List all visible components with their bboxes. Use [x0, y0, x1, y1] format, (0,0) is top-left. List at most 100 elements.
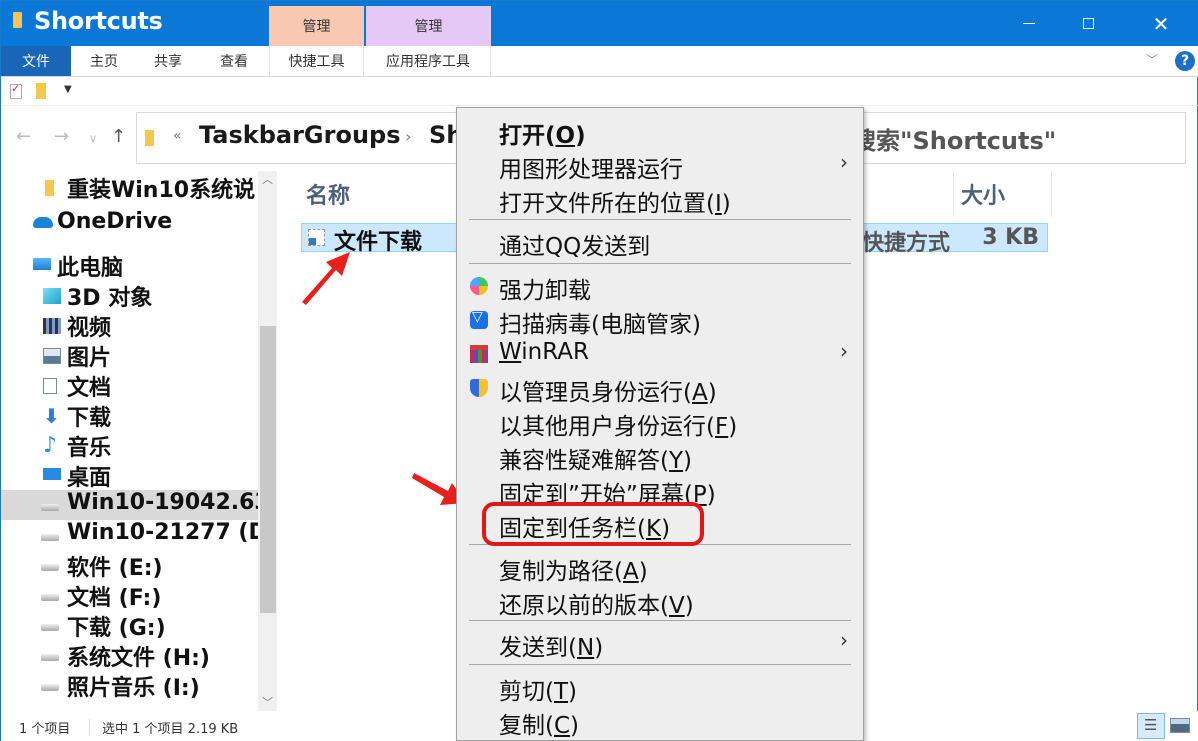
- menu-item[interactable]: 强力卸载: [457, 269, 863, 304]
- help-icon[interactable]: ?: [1175, 51, 1195, 71]
- menu-item-label: 扫描病毒(电脑管家): [499, 312, 701, 338]
- videos-icon: [43, 318, 61, 334]
- contextual-group-app-tools: 管理: [366, 6, 491, 46]
- menu-item-label: 还原以前的版本(V): [499, 593, 694, 619]
- menu-item[interactable]: WinRAR ›: [457, 337, 863, 371]
- sidebar-item[interactable]: Win10-19042.63: [1, 490, 259, 520]
- sidebar-item[interactable]: 视频: [1, 310, 259, 341]
- search-input[interactable]: 搜索"Shortcuts": [852, 121, 1056, 156]
- submenu-chevron-right-icon: ›: [840, 339, 848, 363]
- sidebar-item[interactable]: ⬇ 下载: [1, 400, 259, 431]
- sidebar-item[interactable]: 软件 (E:): [1, 550, 259, 581]
- menu-item[interactable]: 打开文件所在的位置(I): [457, 182, 863, 217]
- scrollbar-thumb[interactable]: [260, 326, 276, 613]
- menu-separator: [469, 664, 851, 665]
- details-view-button[interactable]: [1137, 713, 1165, 739]
- sidebar-item[interactable]: 文档: [1, 370, 259, 401]
- shortcut-file-icon: [308, 229, 325, 246]
- downloads-icon: ⬇: [43, 404, 60, 428]
- tab-share[interactable]: 共享: [137, 46, 199, 76]
- sidebar-item[interactable]: 桌面: [1, 460, 259, 491]
- close-icon: ✕: [1152, 11, 1170, 36]
- sidebar-item[interactable]: 系统文件 (H:): [1, 640, 259, 671]
- sidebar-item-label: 3D 对象: [67, 286, 153, 311]
- tab-view[interactable]: 查看: [201, 46, 267, 76]
- sidebar-item-label: 照片音乐 (I:): [67, 676, 200, 701]
- menu-item[interactable]: 用图形处理器运行 ›: [457, 148, 863, 183]
- maximize-button[interactable]: [1063, 1, 1113, 46]
- scroll-down-icon[interactable]: ﹀: [258, 694, 277, 711]
- sidebar-item[interactable]: 下载 (G:): [1, 610, 259, 641]
- menu-item[interactable]: 剪切(T): [457, 670, 863, 705]
- menu-item-label: 以其他用户身份运行(F): [499, 414, 738, 440]
- menu-item-label: 复制(C): [499, 713, 580, 739]
- menu-item[interactable]: 扫描病毒(电脑管家): [457, 303, 863, 338]
- menu-item[interactable]: 打开(O): [457, 114, 863, 149]
- sidebar-item-label: 下载: [67, 406, 112, 431]
- column-divider[interactable]: [953, 171, 954, 217]
- sidebar-item[interactable]: 照片音乐 (I:): [1, 670, 259, 701]
- recent-locations-chevron-icon[interactable]: ∨: [89, 132, 97, 145]
- submenu-chevron-right-icon: ›: [840, 628, 848, 652]
- menu-item-label: 用图形处理器运行: [499, 157, 683, 183]
- sidebar-item[interactable]: ♪ 音乐: [1, 430, 259, 462]
- properties-icon[interactable]: [10, 82, 22, 99]
- menu-item-label: 打开(O): [499, 123, 586, 149]
- tab-file[interactable]: 文件: [1, 46, 71, 76]
- sidebar-item[interactable]: 图片: [1, 340, 259, 371]
- up-arrow-icon[interactable]: ↑: [111, 126, 126, 147]
- large-icons-view-button[interactable]: [1170, 718, 1190, 733]
- sidebar-item-label: 重装Win10系统说: [67, 178, 256, 203]
- column-divider[interactable]: [1051, 171, 1052, 217]
- breadcrumb-overflow[interactable]: «: [173, 128, 182, 144]
- column-header-size[interactable]: 大小: [961, 178, 1005, 210]
- submenu-chevron-right-icon: ›: [840, 150, 848, 174]
- back-arrow-icon[interactable]: ←: [16, 126, 31, 147]
- menu-item[interactable]: 复制为路径(A): [457, 550, 863, 585]
- tab-shortcut-tools[interactable]: 快捷工具: [269, 46, 364, 76]
- sidebar-item[interactable]: OneDrive: [1, 209, 259, 239]
- uac-shield-icon: [470, 379, 488, 397]
- folder-icon: [145, 130, 154, 146]
- customize-toolbar-dropdown-icon[interactable]: ▼: [64, 84, 72, 95]
- forward-arrow-icon[interactable]: →: [54, 126, 69, 147]
- sidebar-item-label: 文档: [67, 376, 112, 401]
- minimize-icon: [1023, 23, 1035, 24]
- sidebar-item[interactable]: Win10-21277 (D: [1, 520, 259, 550]
- item-count: 1 个项目: [19, 722, 71, 737]
- menu-item-label: 通过QQ发送到: [499, 234, 651, 260]
- quick-access-toolbar: ▼: [1, 78, 1198, 106]
- sidebar-item-label: 此电脑: [57, 256, 124, 281]
- menu-item[interactable]: 还原以前的版本(V): [457, 584, 863, 619]
- sidebar-item[interactable]: 3D 对象: [1, 280, 259, 311]
- column-header-name[interactable]: 名称: [306, 178, 350, 210]
- ribbon-tabs: 文件 主页 共享 查看 快捷工具 应用程序工具 ﹀ ?: [1, 46, 1198, 77]
- menu-item[interactable]: 以管理员身份运行(A): [457, 371, 863, 406]
- navigation-pane-scrollbar[interactable]: ︿ ﹀: [258, 171, 277, 711]
- menu-item[interactable]: 兼容性疑难解答(Y): [457, 439, 863, 474]
- menu-separator: [469, 219, 851, 220]
- sidebar-item[interactable]: 文档 (F:): [1, 580, 259, 611]
- annotation-arrow-file: [302, 252, 350, 305]
- tab-home[interactable]: 主页: [73, 46, 135, 76]
- sidebar-item[interactable]: 此电脑: [1, 250, 259, 281]
- close-button[interactable]: ✕: [1136, 1, 1186, 46]
- menu-separator: [469, 263, 851, 264]
- menu-item[interactable]: 以其他用户身份运行(F): [457, 405, 863, 440]
- breadcrumb-separator-icon[interactable]: ›: [405, 127, 411, 146]
- scroll-up-icon[interactable]: ︿: [258, 171, 277, 188]
- tab-application-tools[interactable]: 应用程序工具: [366, 46, 491, 76]
- menu-item[interactable]: 通过QQ发送到: [457, 225, 863, 260]
- expand-ribbon-chevron-icon[interactable]: ﹀: [1145, 53, 1159, 67]
- menu-item[interactable]: 发送到(N) ›: [457, 626, 863, 661]
- context-menu: 打开(O) 用图形处理器运行 › 打开文件所在的位置(I) 通过QQ发送到强力卸载扫描病…: [456, 107, 864, 741]
- menu-item-label: 兼容性疑难解答(Y): [499, 448, 693, 474]
- minimize-button[interactable]: [1004, 1, 1054, 46]
- menu-item-label: WinRAR: [499, 339, 589, 365]
- file-type: 快捷方式: [862, 231, 951, 256]
- sidebar-item[interactable]: 重装Win10系统说: [1, 172, 259, 203]
- menu-item[interactable]: 复制(C): [457, 704, 863, 739]
- new-folder-icon[interactable]: [36, 83, 46, 99]
- drive-icon: [41, 654, 59, 661]
- breadcrumb-taskbargroups[interactable]: TaskbarGroups: [199, 121, 401, 149]
